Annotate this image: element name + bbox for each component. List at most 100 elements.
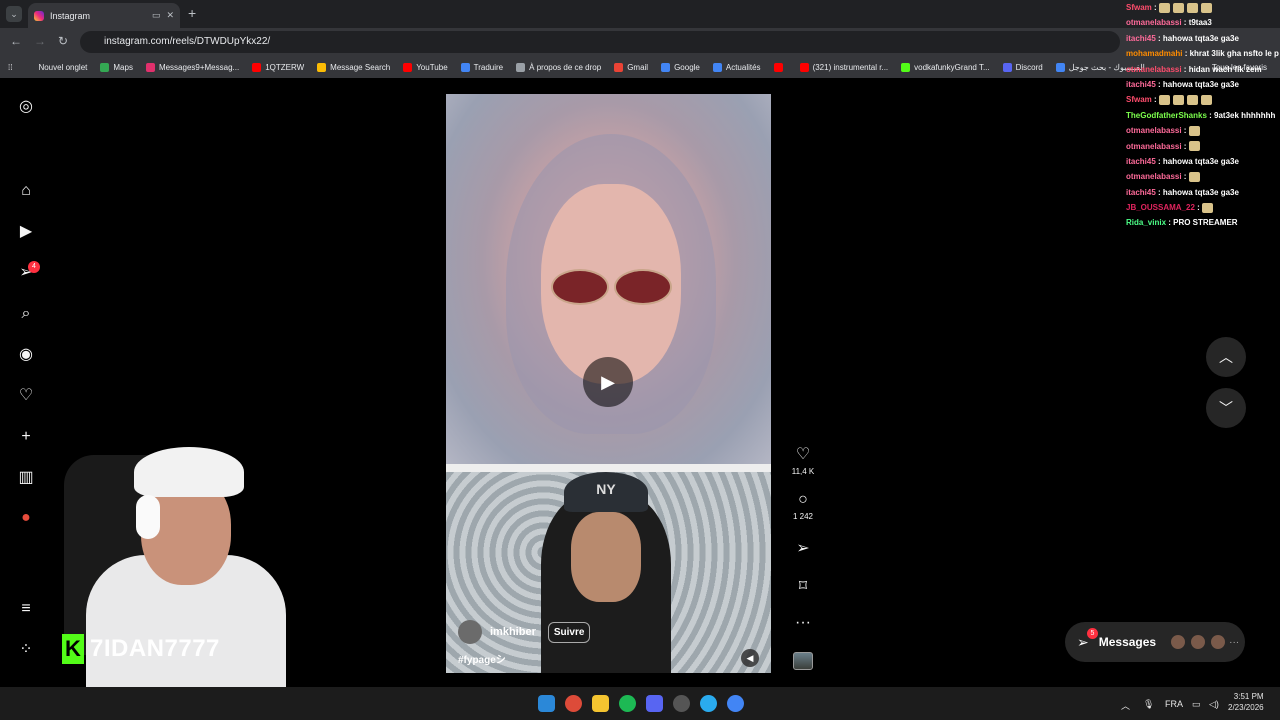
play-icon[interactable]: ▶ <box>583 357 633 407</box>
telegram-icon[interactable] <box>700 695 717 712</box>
reload-icon[interactable]: ↻ <box>58 34 68 48</box>
start-icon[interactable] <box>538 695 555 712</box>
bookmark-item[interactable]: Gmail <box>614 62 648 72</box>
more-menu-icon[interactable]: ≡ <box>16 599 36 619</box>
chevron-down-icon: ﹀ <box>1219 400 1233 416</box>
tab-instagram[interactable]: Instagram ▭ ✕ <box>28 3 180 28</box>
reels-icon[interactable]: ▶ <box>16 222 36 242</box>
bookmark-item[interactable]: Maps <box>100 62 133 72</box>
apps-grid-icon[interactable]: ⁞⁞ <box>8 63 12 72</box>
chat-text: hahowa tqta3e ga3e <box>1162 156 1239 166</box>
bookmark-item[interactable]: Google <box>661 62 700 72</box>
chat-emote-icon <box>1188 141 1200 152</box>
bookmark-item[interactable]: À propos de ce drop <box>516 62 602 72</box>
previous-reel-button[interactable]: ︿ <box>1206 337 1246 377</box>
chat-text: hahowa tqta3e ga3e <box>1162 79 1239 89</box>
bookmark-item[interactable]: Traduire <box>460 62 503 72</box>
chrome-icon[interactable] <box>565 695 582 712</box>
bookmark-icon[interactable]: ⌑ <box>788 576 818 596</box>
spotify-icon[interactable] <box>619 695 636 712</box>
chat-text: PRO STREAMER <box>1173 218 1238 228</box>
like-action[interactable]: ♡ 11,4 K <box>788 444 818 476</box>
ellipsis-icon[interactable]: ··· <box>788 614 818 632</box>
chat-emote-icon <box>1172 2 1184 13</box>
explore-icon[interactable]: ◉ <box>16 345 36 365</box>
network-icon[interactable]: ▭ <box>1192 699 1201 710</box>
streamer-cap-shape <box>134 447 244 497</box>
volume-icon[interactable]: ◁) <box>1209 699 1219 710</box>
bookmark-favicon-icon <box>252 62 262 72</box>
tab-close-icon[interactable]: ✕ <box>166 10 174 21</box>
bookmark-label: À propos de ce drop <box>529 62 602 72</box>
profile-avatar-icon[interactable]: ● <box>16 508 36 528</box>
chat-message: itachi45 : hahowa tqta3e ga3e <box>1126 33 1239 43</box>
bookmark-favicon-icon <box>661 62 671 72</box>
microphone-icon[interactable]: 🎙 <box>1143 699 1154 710</box>
file-explorer-icon[interactable] <box>592 695 609 712</box>
also-from-meta-icon[interactable]: ⁘ <box>16 640 36 660</box>
bookmark-favicon-icon <box>1002 62 1012 72</box>
message-avatar <box>1190 634 1207 650</box>
messages-button[interactable]: ➢ 5 Messages ··· <box>1065 622 1245 662</box>
share-action[interactable]: ➢ <box>788 538 818 558</box>
chat-text: hahowa tqta3e ga3e <box>1162 187 1239 197</box>
tab-media-icon[interactable]: ▭ <box>152 10 161 21</box>
bookmark-item[interactable]: Message Search <box>317 62 390 72</box>
bookmark-favicon-icon <box>100 62 110 72</box>
chat-emote-icon <box>1172 95 1184 106</box>
discord-icon[interactable] <box>646 695 663 712</box>
mute-icon[interactable]: ◀ <box>741 649 759 667</box>
audio-thumbnail[interactable] <box>793 652 813 670</box>
chrome-profile-icon[interactable] <box>727 695 744 712</box>
follow-button[interactable]: Suivre <box>547 621 591 643</box>
bookmark-favicon-icon <box>317 62 327 72</box>
stream-chat-overlay: Sfwam : otmanelabassi : t9taa3 itachi45 :… <box>1126 0 1280 231</box>
comment-action[interactable]: ○ 1 242 <box>788 491 818 521</box>
bookmark-favicon-icon <box>460 62 470 72</box>
comment-icon[interactable]: ○ <box>788 491 818 509</box>
instagram-logo-icon[interactable]: ◎ <box>16 97 36 117</box>
reel-caption[interactable]: #fypageシ <box>458 651 506 666</box>
bookmark-item[interactable]: Nouvel onglet <box>25 62 87 72</box>
app-icon[interactable] <box>673 695 690 712</box>
reel-video[interactable]: ▶ NY imkhiber Suivre #fypageシ ◀ <box>446 94 771 673</box>
tray-chevron-icon[interactable]: ︿ <box>1121 699 1130 712</box>
clock-date: 2/23/2026 <box>1228 703 1264 712</box>
instagram-sidebar: ◎ ⌂ ▶ ➢ 4 ⌕ ◉ ♡ + ▥ ● ≡ ⁘ <box>0 78 55 687</box>
bookmark-item[interactable] <box>773 62 787 72</box>
create-icon[interactable]: + <box>16 427 36 447</box>
save-action[interactable]: ⌑ <box>788 576 818 596</box>
messages-label: Messages <box>1098 635 1157 649</box>
back-icon[interactable]: ← <box>10 34 22 48</box>
author-username[interactable]: imkhiber <box>490 626 536 638</box>
forward-icon[interactable]: → <box>34 34 46 48</box>
notification-badge: 4 <box>28 261 40 273</box>
next-reel-button[interactable]: ﹀ <box>1206 388 1246 428</box>
instagram-favicon-icon <box>34 10 44 21</box>
like-count: 11,4 K <box>791 467 815 476</box>
bookmark-item[interactable]: (321) instrumental r... <box>799 62 888 72</box>
system-clock[interactable]: 3:51 PM 2/23/2026 <box>1228 691 1264 713</box>
heart-icon[interactable]: ♡ <box>788 444 818 464</box>
bookmark-label: Discord <box>1015 62 1043 72</box>
bookmark-favicon-icon <box>614 62 624 72</box>
language-indicator[interactable]: FRA <box>1165 699 1183 709</box>
bookmark-item[interactable]: Actualités <box>712 62 761 72</box>
notifications-heart-icon[interactable]: ♡ <box>16 386 36 406</box>
bookmark-item[interactable]: 1QTZERW <box>252 62 304 72</box>
bookmark-item[interactable]: vodkafunkyGrand T... <box>901 62 990 72</box>
home-icon[interactable]: ⌂ <box>16 181 36 201</box>
chat-message: otmanelabassi : <box>1126 123 1280 138</box>
new-tab-icon[interactable]: + <box>188 5 196 21</box>
author-avatar[interactable] <box>458 620 482 644</box>
chat-text: 9at3ek hhhhhhh <box>1214 110 1276 120</box>
tab-search-icon[interactable]: ⌄ <box>6 6 22 22</box>
bookmark-item[interactable]: Discord <box>1002 62 1043 72</box>
share-icon[interactable]: ➢ <box>788 538 818 558</box>
url-field[interactable]: instagram.com/reels/DTWDUpYkx22/ <box>80 31 1120 53</box>
bookmark-item[interactable]: Messages9+Messag... <box>145 62 239 72</box>
bookmark-item[interactable]: YouTube <box>403 62 448 72</box>
more-options[interactable]: ··· <box>788 614 818 632</box>
search-icon[interactable]: ⌕ <box>16 304 36 324</box>
dashboard-icon[interactable]: ▥ <box>16 468 36 488</box>
